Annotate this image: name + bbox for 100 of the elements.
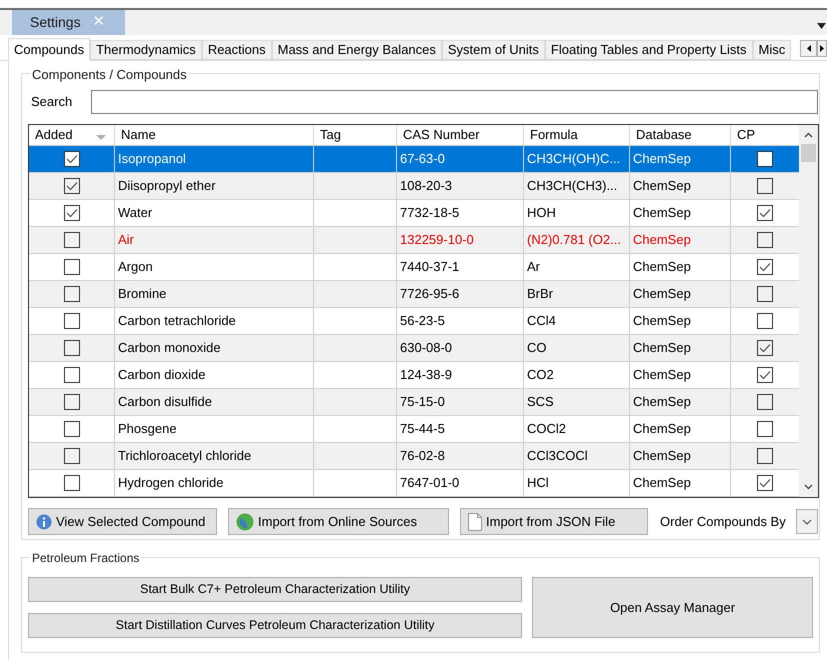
table-cell-text: ChemSep — [632, 285, 691, 304]
checkbox[interactable] — [757, 178, 773, 194]
checkbox[interactable] — [64, 340, 80, 356]
checkbox[interactable] — [64, 178, 80, 194]
table-cell-text: HCl — [526, 474, 549, 492]
table-cell-text: CO2 — [526, 366, 554, 384]
table-cell-text: Phosgene — [117, 420, 177, 438]
document-tab[interactable]: Settings ✕ — [12, 10, 125, 35]
checkbox[interactable] — [64, 313, 80, 329]
tab[interactable]: Thermodynamics — [90, 40, 202, 60]
scrollbar[interactable] — [799, 125, 818, 497]
checkbox[interactable] — [757, 394, 773, 410]
checkbox[interactable] — [757, 340, 773, 356]
tab[interactable]: Misc — [752, 40, 792, 60]
table-cell-text: 76-02-8 — [399, 447, 445, 466]
checkbox[interactable] — [757, 421, 773, 437]
checkbox[interactable] — [757, 259, 773, 275]
globe-icon — [236, 512, 254, 530]
scroll-left-button[interactable] — [800, 40, 817, 57]
column-header[interactable]: CP — [731, 125, 799, 145]
table-cell-text: CCl3COCl — [526, 447, 588, 466]
table-cell-text: Bromine — [117, 285, 166, 304]
table-cell-text: 75-15-0 — [399, 393, 445, 412]
table-cell-text: CH3CH(OH)C... — [526, 150, 620, 168]
search-field[interactable] — [91, 90, 818, 114]
table-cell-text: ChemSep — [632, 204, 691, 222]
order-dropdown[interactable] — [796, 509, 818, 534]
sort-arrow-icon — [96, 135, 106, 140]
tab[interactable]: Floating Tables and Property Lists — [544, 40, 753, 60]
table-cell-text: Air — [117, 231, 134, 250]
checkbox[interactable] — [757, 313, 773, 329]
action-button[interactable]: Import from Online Sources — [228, 508, 449, 535]
table-cell-text: ChemSep — [632, 231, 691, 250]
utility-button[interactable]: Start Bulk C7+ Petroleum Characterization Utility — [28, 577, 522, 602]
table-cell-text: Argon — [117, 258, 153, 276]
tab[interactable]: Compounds — [8, 38, 90, 61]
chevron-down-icon — [802, 518, 812, 524]
checkbox[interactable] — [757, 448, 773, 464]
table-cell-text: 67-63-0 — [399, 150, 445, 168]
table-cell-text: ChemSep — [632, 339, 691, 358]
table-cell-text: ChemSep — [632, 366, 691, 384]
table-cell-text: Isopropanol — [117, 150, 186, 168]
scroll-thumb[interactable] — [801, 144, 816, 162]
checkbox[interactable] — [64, 205, 80, 221]
scroll-right-button[interactable] — [817, 40, 827, 57]
checkbox[interactable] — [64, 151, 80, 167]
tab-title: Settings — [30, 13, 81, 32]
column-header[interactable]: CAS Number — [397, 125, 524, 145]
table-cell-text: CCl4 — [526, 312, 556, 330]
table-cell-text: Carbon disulfide — [117, 393, 212, 412]
checkbox[interactable] — [757, 205, 773, 221]
checkbox[interactable] — [64, 286, 80, 302]
table-cell-text: 56-23-5 — [399, 312, 445, 330]
tab[interactable]: Mass and Energy Balances — [272, 40, 442, 60]
checkbox[interactable] — [64, 259, 80, 275]
table-cell-text: ChemSep — [632, 420, 691, 438]
table-cell-text: 7440-37-1 — [399, 258, 460, 276]
checkbox[interactable] — [757, 367, 773, 383]
checkbox[interactable] — [64, 448, 80, 464]
checkbox[interactable] — [757, 232, 773, 248]
checkbox[interactable] — [757, 286, 773, 302]
column-header[interactable]: Database — [630, 125, 731, 145]
tab[interactable]: Reactions — [202, 40, 272, 60]
checkbox[interactable] — [757, 475, 773, 491]
table-cell-text: 75-44-5 — [399, 420, 445, 438]
dropdown-arrow-icon[interactable] — [817, 22, 826, 28]
utility-button[interactable]: Start Distillation Curves Petroleum Characterization Utility — [28, 613, 522, 638]
scroll-down-icon[interactable] — [804, 484, 813, 490]
checkbox[interactable] — [64, 394, 80, 410]
table-cell-text: Trichloroacetyl chloride — [117, 447, 252, 466]
checkbox[interactable] — [64, 475, 80, 491]
table-cell-text: Ar — [526, 258, 540, 276]
right-arrow-icon — [820, 45, 824, 52]
info-icon — [36, 514, 52, 530]
scroll-up-icon[interactable] — [804, 132, 813, 138]
table-cell-text: ChemSep — [632, 258, 691, 276]
tab[interactable]: System of Units — [442, 40, 545, 60]
search-label: Search — [30, 93, 74, 112]
table-cell-text: (N2)0.781 (O2... — [526, 231, 621, 250]
checkbox[interactable] — [64, 232, 80, 248]
file-icon — [468, 512, 482, 530]
action-button[interactable]: View Selected Compound — [28, 508, 217, 535]
column-header[interactable]: Name — [115, 125, 314, 145]
table-cell-text: 7647-01-0 — [399, 474, 460, 492]
table-cell-text: ChemSep — [632, 393, 691, 412]
column-header[interactable]: Added — [29, 125, 115, 145]
table-cell-text: BrBr — [526, 285, 553, 304]
checkbox[interactable] — [757, 151, 773, 167]
table-cell-text: ChemSep — [632, 474, 691, 492]
action-button[interactable]: Import from JSON File — [460, 508, 648, 535]
table-cell-text: ChemSep — [632, 447, 691, 466]
left-arrow-icon — [806, 45, 810, 52]
column-header[interactable]: Tag — [314, 125, 397, 145]
column-header[interactable]: Formula — [524, 125, 630, 145]
table-cell-text: SCS — [526, 393, 554, 412]
checkbox[interactable] — [64, 421, 80, 437]
checkbox[interactable] — [64, 367, 80, 383]
table-cell-text: 7726-95-6 — [399, 285, 460, 304]
table-cell-text: Carbon tetrachloride — [117, 312, 236, 330]
assay-button[interactable]: Open Assay Manager — [532, 577, 813, 638]
